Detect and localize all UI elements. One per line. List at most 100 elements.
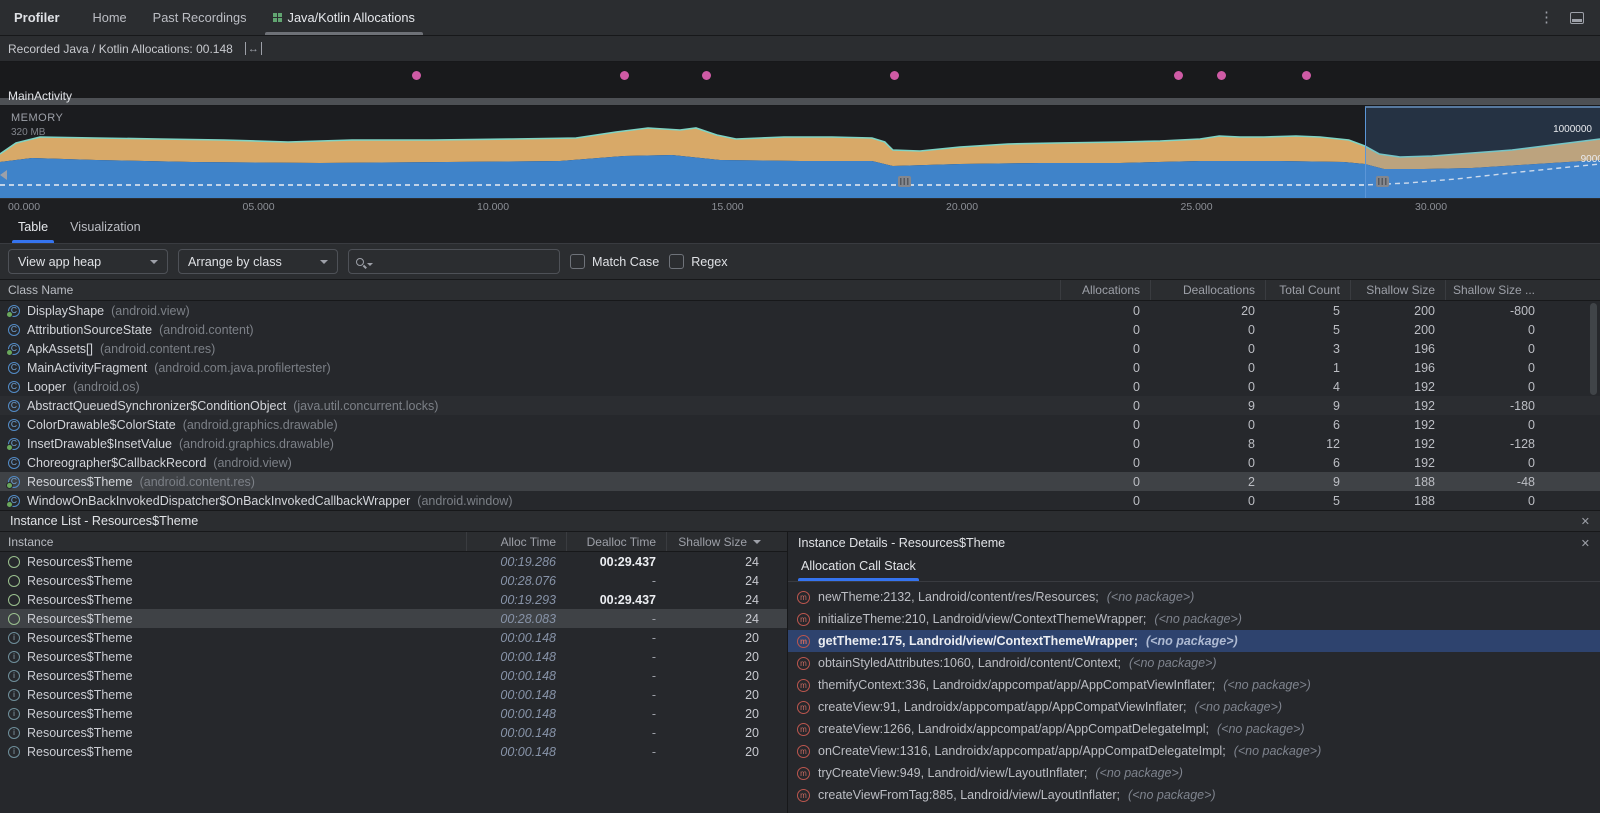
class-table-row[interactable]: MainActivityFragment (android.com.java.p… — [0, 358, 1600, 377]
class-icon — [8, 362, 20, 374]
column-shallow-size-2[interactable]: Shallow Size ... — [1445, 280, 1545, 300]
instance-row[interactable]: Resources$Theme 00:00.148 - 20 — [0, 685, 787, 704]
cell-deallocations: 2 — [1150, 475, 1265, 489]
class-table-row[interactable]: ApkAssets[] (android.content.res) 0 0 3 … — [0, 339, 1600, 358]
instance-row[interactable]: Resources$Theme 00:00.148 - 20 — [0, 742, 787, 761]
call-stack-frame[interactable]: newTheme:2132, Landroid/content/res/Reso… — [788, 586, 1600, 608]
class-table-row[interactable]: WindowOnBackInvokedDispatcher$OnBackInvo… — [0, 491, 1600, 510]
instance-row[interactable]: Resources$Theme 00:00.148 - 20 — [0, 628, 787, 647]
match-case-group: Match Case — [570, 254, 659, 269]
column-total-count[interactable]: Total Count — [1265, 280, 1350, 300]
call-stack-frame[interactable]: createViewFromTag:885, Landroid/view/Lay… — [788, 784, 1600, 806]
allocation-event-dot[interactable] — [620, 71, 629, 80]
instance-name: Resources$Theme — [27, 555, 133, 569]
call-stack-frame[interactable]: onCreateView:1316, Landroidx/appcompat/a… — [788, 740, 1600, 762]
instance-row[interactable]: Resources$Theme 00:28.076 - 24 — [0, 571, 787, 590]
column-shallow-size[interactable]: Shallow Size — [666, 532, 771, 551]
close-icon[interactable] — [1581, 515, 1590, 528]
instance-row[interactable]: Resources$Theme 00:00.148 - 20 — [0, 723, 787, 742]
call-stack-frame[interactable]: obtainStyledAttributes:1060, Landroid/co… — [788, 652, 1600, 674]
timeline-tick-label: 15.000 — [712, 201, 744, 213]
cell-shallow-size-2: -180 — [1445, 399, 1545, 413]
titlebar-tab[interactable]: Java/Kotlin Allocations — [260, 0, 428, 35]
allocation-event-dot[interactable] — [890, 71, 899, 80]
call-stack-frame[interactable]: themifyContext:336, Landroidx/appcompat/… — [788, 674, 1600, 696]
instance-row[interactable]: Resources$Theme 00:00.148 - 20 — [0, 666, 787, 685]
class-table-row[interactable]: AttributionSourceState (android.content)… — [0, 320, 1600, 339]
zoom-to-fit-icon[interactable] — [245, 42, 262, 55]
bottom-panels: Instance Alloc Time Dealloc Time Shallow… — [0, 532, 1600, 813]
call-stack-frame[interactable]: createView:1266, Landroidx/appcompat/app… — [788, 718, 1600, 740]
column-class-name[interactable]: Class Name — [0, 280, 1060, 300]
cell-total-count: 9 — [1265, 475, 1350, 489]
search-input[interactable] — [376, 255, 552, 269]
titlebar-tab[interactable]: Past Recordings — [140, 0, 260, 35]
class-table-row[interactable]: InsetDrawable$InsetValue (android.graphi… — [0, 434, 1600, 453]
search-options-chevron-icon[interactable] — [367, 263, 373, 266]
column-shallow-size[interactable]: Shallow Size — [1350, 280, 1445, 300]
search-box[interactable] — [348, 249, 560, 274]
instance-list-title: Instance List - Resources$Theme — [10, 514, 198, 528]
instance-name-cell: Resources$Theme — [0, 669, 466, 683]
heap-dropdown[interactable]: View app heap — [8, 249, 168, 274]
class-table-row[interactable]: ColorDrawable$ColorState (android.graphi… — [0, 415, 1600, 434]
column-alloc-time[interactable]: Alloc Time — [466, 532, 566, 551]
timeline-tick-label: 10.000 — [477, 201, 509, 213]
vertical-scrollbar[interactable] — [1590, 303, 1597, 395]
titlebar-tab[interactable]: Home — [80, 0, 140, 35]
class-table-row[interactable]: Looper (android.os) 0 0 4 192 0 — [0, 377, 1600, 396]
gc-event-icon[interactable] — [898, 176, 911, 187]
gc-event-icon[interactable] — [1376, 176, 1389, 187]
view-tab[interactable]: Visualization — [60, 220, 150, 243]
column-deallocations[interactable]: Deallocations — [1150, 280, 1265, 300]
allocation-event-dot[interactable] — [412, 71, 421, 80]
call-stack-frame[interactable]: initializeTheme:210, Landroid/view/Conte… — [788, 608, 1600, 630]
cell-deallocations: 0 — [1150, 380, 1265, 394]
class-package: (android.content) — [159, 323, 254, 337]
class-table-row[interactable]: Choreographer$CallbackRecord (android.vi… — [0, 453, 1600, 472]
allocations-tab-icon — [273, 13, 282, 22]
class-table-header: Class Name Allocations Deallocations Tot… — [0, 280, 1600, 301]
instance-row[interactable]: Resources$Theme 00:19.293 00:29.437 24 — [0, 590, 787, 609]
memory-chart-area[interactable]: MEMORY 320 MB 1000000900000 — [0, 106, 1600, 198]
match-case-checkbox[interactable] — [570, 254, 585, 269]
cell-shallow-size-2: -48 — [1445, 475, 1545, 489]
allocation-event-dot[interactable] — [1174, 71, 1183, 80]
class-name: AbstractQueuedSynchronizer$ConditionObje… — [27, 399, 286, 413]
instance-icon — [8, 594, 20, 606]
frame-package: (<no package>) — [1217, 722, 1305, 736]
class-table-row[interactable]: AbstractQueuedSynchronizer$ConditionObje… — [0, 396, 1600, 415]
memory-chart-svg[interactable] — [0, 106, 1600, 198]
selection-handle-left-icon[interactable] — [0, 170, 7, 180]
instance-icon — [8, 727, 20, 739]
cell-shallow-size-2: 0 — [1445, 380, 1545, 394]
class-table-row[interactable]: Resources$Theme (android.content.res) 0 … — [0, 472, 1600, 491]
column-allocations[interactable]: Allocations — [1060, 280, 1150, 300]
cell-shallow-size: 188 — [1350, 475, 1445, 489]
class-name-cell: MainActivityFragment (android.com.java.p… — [0, 361, 1060, 375]
instance-row[interactable]: Resources$Theme 00:00.148 - 20 — [0, 704, 787, 723]
view-tab[interactable]: Table — [8, 220, 58, 243]
arrange-dropdown[interactable]: Arrange by class — [178, 249, 338, 274]
class-table-row[interactable]: DisplayShape (android.view) 0 20 5 200 -… — [0, 301, 1600, 320]
column-dealloc-time[interactable]: Dealloc Time — [566, 532, 666, 551]
record-bar: Recorded Java / Kotlin Allocations: 00.1… — [0, 36, 1600, 62]
cell-allocations: 0 — [1060, 399, 1150, 413]
instance-row[interactable]: Resources$Theme 00:00.148 - 20 — [0, 647, 787, 666]
allocation-event-dot[interactable] — [702, 71, 711, 80]
tab-allocation-call-stack[interactable]: Allocation Call Stack — [798, 559, 919, 581]
regex-checkbox[interactable] — [669, 254, 684, 269]
instance-row[interactable]: Resources$Theme 00:19.286 00:29.437 24 — [0, 552, 787, 571]
call-stack-frame[interactable]: createView:91, Landroidx/appcompat/app/A… — [788, 696, 1600, 718]
window-layout-icon[interactable] — [1570, 12, 1584, 24]
instance-row[interactable]: Resources$Theme 00:28.083 - 24 — [0, 609, 787, 628]
kebab-menu-icon[interactable] — [1539, 10, 1554, 25]
call-stack-frame[interactable]: tryCreateView:949, Landroid/view/LayoutI… — [788, 762, 1600, 784]
allocation-event-dot[interactable] — [1217, 71, 1226, 80]
class-name-cell: Choreographer$CallbackRecord (android.vi… — [0, 456, 1060, 470]
allocation-event-dot[interactable] — [1302, 71, 1311, 80]
instance-name-cell: Resources$Theme — [0, 612, 466, 626]
close-icon[interactable] — [1581, 537, 1590, 550]
call-stack-frame[interactable]: getTheme:175, Landroid/view/ContextTheme… — [788, 630, 1600, 652]
column-instance[interactable]: Instance — [0, 532, 466, 551]
